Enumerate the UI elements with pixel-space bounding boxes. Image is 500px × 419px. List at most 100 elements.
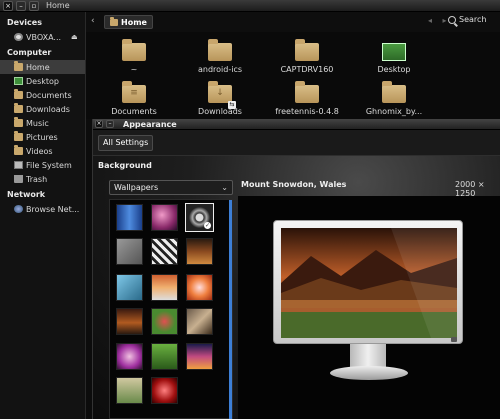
sidebar-item-label: Browse Net... bbox=[26, 204, 80, 214]
search-icon bbox=[448, 15, 456, 24]
wallpaper-thumb[interactable] bbox=[151, 238, 178, 265]
dropdown-value: Wallpapers bbox=[114, 183, 159, 192]
wallpaper-thumb[interactable] bbox=[116, 308, 143, 335]
sidebar-item-documents[interactable]: Documents bbox=[0, 88, 85, 102]
file-name: Downloads bbox=[198, 107, 242, 116]
folder-icon bbox=[382, 81, 406, 103]
file-item[interactable]: android-ics bbox=[180, 39, 260, 74]
wallpaper-thumb[interactable] bbox=[116, 377, 143, 404]
wallpaper-grid: ✓ bbox=[109, 199, 233, 419]
wallpaper-thumb[interactable] bbox=[116, 204, 143, 231]
file-manager-titlebar[interactable]: × – ▫ Home bbox=[0, 0, 500, 12]
network-icon bbox=[14, 205, 23, 213]
maximize-button[interactable]: ▫ bbox=[29, 1, 39, 11]
close-button[interactable]: × bbox=[3, 1, 13, 11]
folder-icon bbox=[14, 131, 23, 141]
wallpaper-thumb[interactable] bbox=[151, 343, 178, 370]
sidebar-item-label: VBOXA... bbox=[26, 32, 62, 42]
file-item[interactable]: CAPTDRV160 bbox=[267, 39, 347, 74]
sidebar-item-label: Documents bbox=[26, 90, 72, 100]
folder-icon bbox=[295, 39, 319, 61]
folder-icon bbox=[122, 39, 146, 61]
file-name: android-ics bbox=[197, 65, 243, 74]
wallpaper-thumb[interactable] bbox=[186, 274, 213, 301]
all-settings-button[interactable]: All Settings bbox=[98, 135, 154, 151]
sidebar-section-network: Network bbox=[7, 190, 46, 199]
sidebar-item-label: Trash bbox=[26, 174, 48, 184]
background-panel: Background Wallpapers ⌄ ✓ Mount Snowdon,… bbox=[93, 156, 500, 419]
folder-icon bbox=[14, 117, 23, 127]
wallpaper-thumb[interactable] bbox=[116, 238, 143, 265]
sidebar-item-home[interactable]: Home bbox=[0, 60, 85, 74]
wallpaper-thumb[interactable] bbox=[116, 343, 143, 370]
sidebar-item-file-system[interactable]: File System bbox=[0, 158, 85, 172]
background-heading: Background bbox=[98, 161, 152, 170]
sidebar-item-music[interactable]: Music bbox=[0, 116, 85, 130]
breadcrumb-label: Home bbox=[121, 17, 147, 27]
link-icon: ⇆ bbox=[228, 101, 236, 109]
search-button[interactable]: Search bbox=[448, 15, 486, 24]
sidebar-item-videos[interactable]: Videos bbox=[0, 144, 85, 158]
wallpaper-thumb[interactable] bbox=[151, 308, 178, 335]
minimize-button[interactable]: – bbox=[106, 120, 114, 128]
home-folder-icon bbox=[110, 16, 118, 26]
file-item[interactable]: ≡ Documents bbox=[94, 81, 174, 116]
file-system-icon bbox=[14, 161, 23, 169]
file-name: Ghnomix_by... bbox=[365, 107, 423, 116]
preview-image bbox=[281, 228, 457, 338]
close-button[interactable]: × bbox=[95, 120, 103, 128]
file-name: Documents bbox=[111, 107, 157, 116]
sidebar-item-browse-network[interactable]: Browse Net... bbox=[0, 202, 85, 216]
breadcrumb-home[interactable]: Home bbox=[104, 15, 153, 29]
disc-icon bbox=[14, 33, 23, 41]
sidebar-section-devices: Devices bbox=[7, 18, 42, 27]
sidebar-item-vbox[interactable]: VBOXA... ⏏ bbox=[0, 30, 85, 44]
file-name: CAPTDRV160 bbox=[280, 65, 334, 74]
wallpaper-preview bbox=[238, 196, 500, 419]
scrollbar[interactable] bbox=[229, 200, 232, 419]
sidebar-section-computer: Computer bbox=[7, 48, 52, 57]
monitor-icon bbox=[273, 220, 463, 344]
wallpaper-thumb[interactable] bbox=[186, 308, 213, 335]
file-name: ~ bbox=[130, 65, 138, 74]
power-icon bbox=[451, 337, 457, 342]
file-item[interactable]: Desktop bbox=[354, 43, 434, 74]
minimize-button[interactable]: – bbox=[16, 1, 26, 11]
sidebar: Devices VBOXA... ⏏ Computer Home Desktop… bbox=[0, 12, 86, 419]
wallpaper-thumb[interactable] bbox=[116, 274, 143, 301]
search-label: Search bbox=[459, 15, 487, 24]
wallpaper-source-dropdown[interactable]: Wallpapers ⌄ bbox=[109, 180, 233, 195]
wallpaper-thumb[interactable] bbox=[151, 377, 178, 404]
wallpaper-thumb[interactable]: ✓ bbox=[185, 203, 214, 232]
wallpaper-thumb[interactable] bbox=[151, 274, 178, 301]
sidebar-item-trash[interactable]: Trash bbox=[0, 172, 85, 186]
file-item[interactable]: ~ bbox=[94, 39, 174, 74]
file-item[interactable]: ↓ ⇆ Downloads bbox=[180, 81, 260, 116]
sidebar-item-pictures[interactable]: Pictures bbox=[0, 130, 85, 144]
window-title: Appearance bbox=[123, 120, 177, 129]
sidebar-item-label: Music bbox=[26, 118, 49, 128]
trash-icon bbox=[14, 175, 23, 183]
sidebar-item-label: File System bbox=[26, 160, 72, 170]
back-button[interactable]: ‹ bbox=[91, 16, 95, 26]
wallpaper-thumb[interactable] bbox=[186, 343, 213, 370]
wallpaper-thumb[interactable] bbox=[186, 238, 213, 265]
folder-icon bbox=[14, 145, 23, 155]
file-item[interactable]: freetennis-0.4.8 bbox=[267, 81, 347, 116]
desktop-icon bbox=[14, 77, 23, 85]
appearance-titlebar[interactable]: × – Appearance bbox=[93, 119, 500, 130]
desktop-icon bbox=[382, 43, 406, 61]
appearance-window: × – Appearance All Settings Background W… bbox=[92, 119, 500, 419]
file-name: Desktop bbox=[377, 65, 411, 74]
folder-icon bbox=[14, 89, 23, 99]
folder-icon bbox=[295, 81, 319, 103]
window-title: Home bbox=[46, 1, 70, 10]
sidebar-item-label: Videos bbox=[26, 146, 53, 156]
sidebar-item-downloads[interactable]: Downloads bbox=[0, 102, 85, 116]
sidebar-item-label: Pictures bbox=[26, 132, 58, 142]
wallpaper-thumb[interactable] bbox=[151, 204, 178, 231]
eject-icon[interactable]: ⏏ bbox=[71, 33, 78, 41]
sidebar-item-label: Home bbox=[26, 62, 50, 72]
file-item[interactable]: Ghnomix_by... bbox=[354, 81, 434, 116]
sidebar-item-desktop[interactable]: Desktop bbox=[0, 74, 85, 88]
